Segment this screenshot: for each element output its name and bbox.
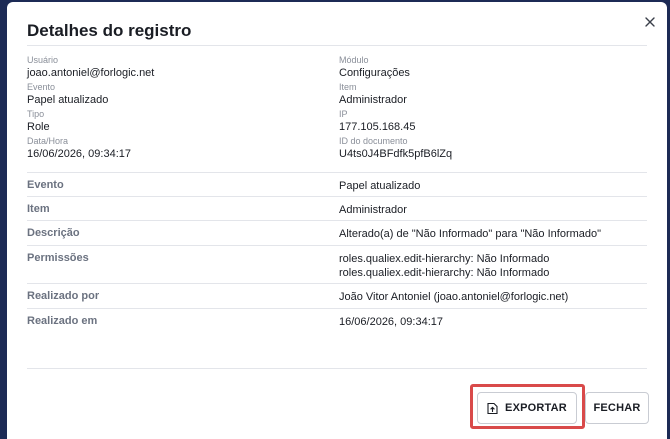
table-row: Realizado em 16/06/2026, 09:34:17 [27,309,647,334]
row-value: 16/06/2026, 09:34:17 [339,316,443,328]
row-value: Alterado(a) de "Não Informado" para "Não… [339,228,602,240]
meta-label: IP [339,109,348,119]
row-label: Permissões [27,252,89,264]
permission-line: roles.qualiex.edit-hierarchy: Não Inform… [339,253,550,265]
meta-user: Usuário joao.antoniel@forlogic.net [27,55,327,82]
meta-value: joao.antoniel@forlogic.net [27,67,155,79]
row-label: Descrição [27,227,80,239]
row-label: Evento [27,179,64,191]
row-value: Administrador [339,204,407,216]
meta-ip: IP 177.105.168.45 [339,109,639,136]
row-value: Papel atualizado [339,180,421,192]
meta-event: Evento Papel atualizado [27,82,327,109]
meta-column-right: Módulo Configurações Item Administrador … [339,55,639,163]
row-label: Realizado em [27,315,98,327]
meta-type: Tipo Role [27,109,327,136]
meta-value: Administrador [339,94,407,106]
table-row: Realizado por João Vitor Antoniel (joao.… [27,284,647,309]
table-row: Evento Papel atualizado [27,173,647,197]
meta-value: 177.105.168.45 [339,121,416,133]
meta-item: Item Administrador [339,82,639,109]
meta-document-id: ID do documento U4ts0J4BFdfk5pfB6lZq [339,136,639,163]
meta-label: Módulo [339,55,369,65]
meta-label: Data/Hora [27,136,69,146]
meta-column-left: Usuário joao.antoniel@forlogic.net Event… [27,55,327,163]
meta-module: Módulo Configurações [339,55,639,82]
meta-label: ID do documento [339,136,408,146]
modal-title: Detalhes do registro [27,21,192,40]
export-button-label: EXPORTAR [505,402,567,414]
row-label: Realizado por [27,290,100,302]
row-label: Item [27,203,50,215]
header-divider [27,45,647,46]
meta-value: Papel atualizado [27,94,109,106]
permission-line: roles.qualiex.edit-hierarchy: Não Inform… [339,267,550,279]
meta-label: Item [339,82,357,92]
meta-value: 16/06/2026, 09:34:17 [27,148,131,160]
export-button[interactable]: EXPORTAR [477,392,577,424]
row-value: João Vitor Antoniel (joao.antoniel@forlo… [339,291,569,303]
meta-value: Configurações [339,67,410,79]
meta-label: Usuário [27,55,59,65]
meta-label: Evento [27,82,56,92]
table-row: Descrição Alterado(a) de "Não Informado"… [27,221,647,246]
close-button-label: FECHAR [593,402,641,414]
meta-datetime: Data/Hora 16/06/2026, 09:34:17 [27,136,327,163]
close-button[interactable]: FECHAR [585,392,649,424]
table-row: Item Administrador [27,197,647,221]
meta-value: Role [27,121,50,133]
table-row: Permissões roles.qualiex.edit-hierarchy:… [27,246,647,284]
meta-label: Tipo [27,109,45,119]
file-export-icon [487,402,498,415]
close-icon[interactable] [641,13,659,31]
row-value: roles.qualiex.edit-hierarchy: Não Inform… [339,246,647,283]
footer-divider [27,368,647,369]
details-table: Evento Papel atualizado Item Administrad… [27,172,647,334]
details-modal: Detalhes do registro Usuário joao.antoni… [7,2,667,439]
meta-value: U4ts0J4BFdfk5pfB6lZq [339,148,453,160]
